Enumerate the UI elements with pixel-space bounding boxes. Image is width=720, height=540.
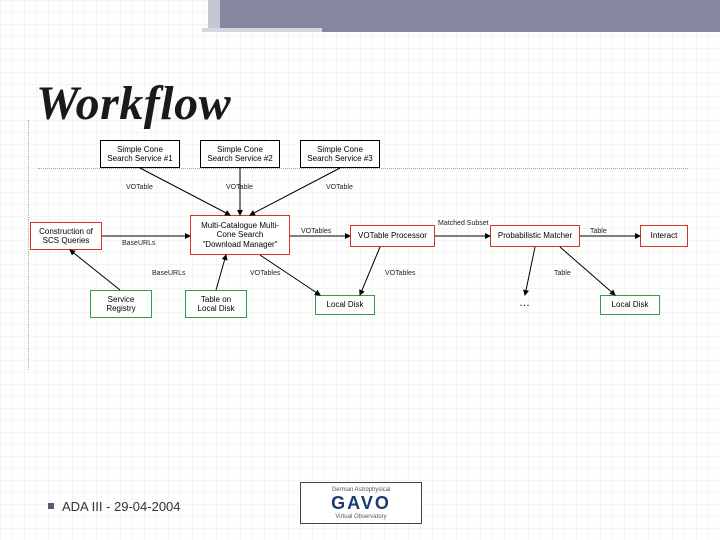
slide-title-banner (220, 0, 720, 32)
workflow-diagram: Simple Cone Search Service #1 Simple Con… (30, 140, 690, 370)
gavo-logo: German Astrophysical GAVO Virtual Observ… (300, 482, 422, 524)
slide-title: Workflow (36, 76, 231, 131)
footer-text: ADA III - 29-04-2004 (62, 499, 181, 514)
logo-subtitle-bottom: Virtual Observatory (335, 514, 386, 520)
diagram-connectors (30, 140, 690, 370)
footer-bullet-icon (48, 503, 54, 509)
logo-main: GAVO (331, 493, 391, 514)
